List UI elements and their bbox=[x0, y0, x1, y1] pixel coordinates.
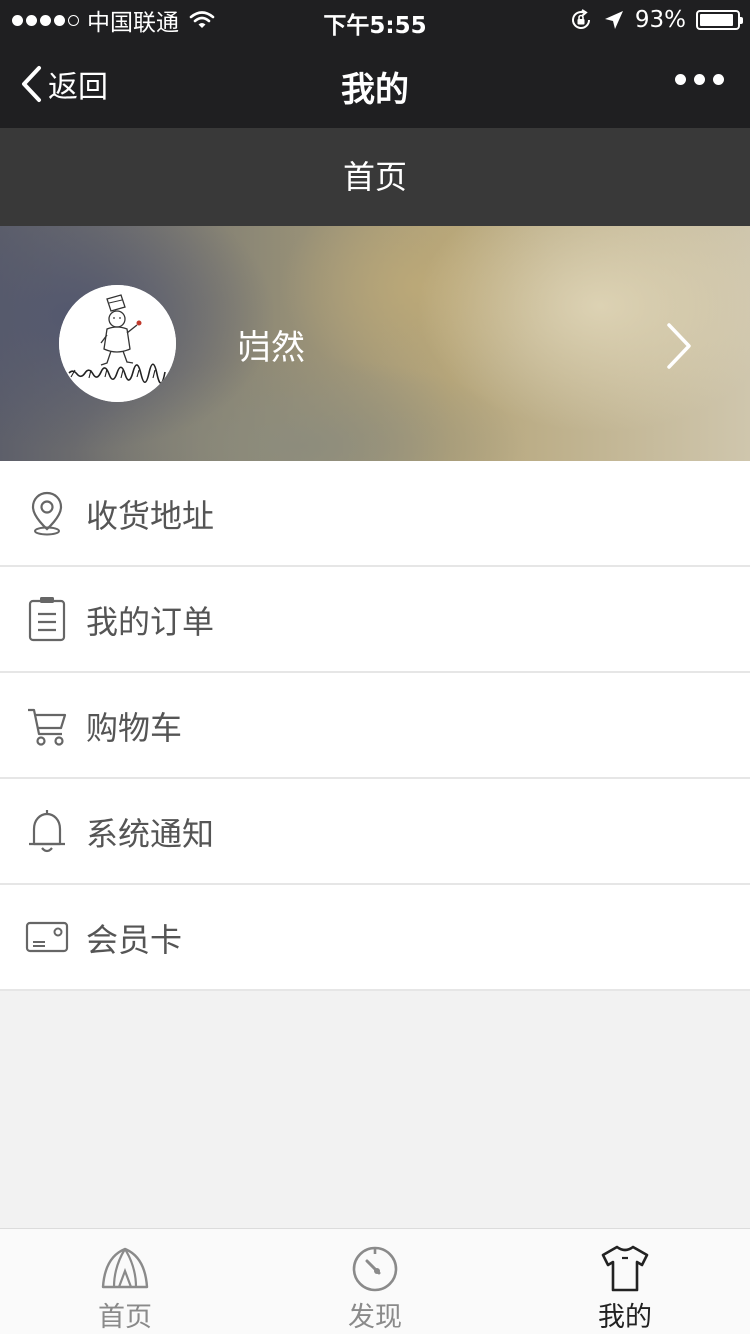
more-options-button[interactable] bbox=[675, 74, 724, 85]
more-dot-icon bbox=[675, 74, 686, 85]
status-right: 93% bbox=[569, 6, 743, 34]
menu-item-cart[interactable]: 购物车 bbox=[0, 673, 750, 779]
more-dot-icon bbox=[713, 74, 724, 85]
tab-label: 我的 bbox=[598, 1302, 652, 1333]
nav-bar: 返回 我的 bbox=[0, 40, 750, 128]
battery-fill bbox=[700, 14, 734, 26]
tab-label: 首页 bbox=[98, 1302, 152, 1333]
location-arrow-icon bbox=[604, 11, 623, 29]
card-icon bbox=[25, 921, 69, 953]
menu-item-label: 系统通知 bbox=[86, 815, 215, 853]
menu-item-label: 我的订单 bbox=[86, 603, 215, 641]
avatar[interactable] bbox=[59, 285, 176, 402]
location-icon bbox=[31, 491, 63, 536]
avatar-illustration-icon bbox=[59, 285, 176, 402]
compass-icon bbox=[352, 1246, 398, 1292]
tent-icon bbox=[101, 1247, 149, 1289]
tab-label: 发现 bbox=[348, 1302, 402, 1333]
cart-icon bbox=[28, 708, 67, 746]
rotation-lock-icon bbox=[571, 9, 590, 29]
more-dot-icon bbox=[694, 74, 705, 85]
chevron-right-icon bbox=[667, 323, 691, 369]
profile-name: 岿然 bbox=[237, 328, 305, 368]
tab-discover[interactable]: 发现 bbox=[250, 1229, 500, 1334]
shirt-icon bbox=[601, 1245, 649, 1292]
page-title: 我的 bbox=[341, 70, 409, 110]
bell-icon bbox=[29, 810, 65, 853]
profile-banner[interactable]: 岿然 bbox=[0, 226, 750, 461]
battery-percent: 93% bbox=[634, 7, 686, 33]
status-bar: 中国联通 下午5:55 93% bbox=[0, 0, 750, 40]
menu-item-membership-card[interactable]: 会员卡 bbox=[0, 885, 750, 991]
menu-item-notifications[interactable]: 系统通知 bbox=[0, 779, 750, 885]
menu-item-label: 收货地址 bbox=[86, 497, 215, 535]
menu-list: 收货地址 我的订单 购物车 系统通知 会员卡 bbox=[0, 461, 750, 991]
menu-item-label: 会员卡 bbox=[86, 921, 183, 959]
menu-item-label: 购物车 bbox=[86, 709, 183, 747]
section-header: 首页 bbox=[0, 128, 750, 226]
battery-icon bbox=[696, 10, 743, 30]
tab-mine[interactable]: 我的 bbox=[500, 1229, 750, 1334]
tab-bar: 首页 发现 我的 bbox=[0, 1228, 750, 1334]
tab-home[interactable]: 首页 bbox=[0, 1229, 250, 1334]
menu-item-address[interactable]: 收货地址 bbox=[0, 461, 750, 567]
clipboard-icon bbox=[28, 597, 66, 642]
menu-item-orders[interactable]: 我的订单 bbox=[0, 567, 750, 673]
